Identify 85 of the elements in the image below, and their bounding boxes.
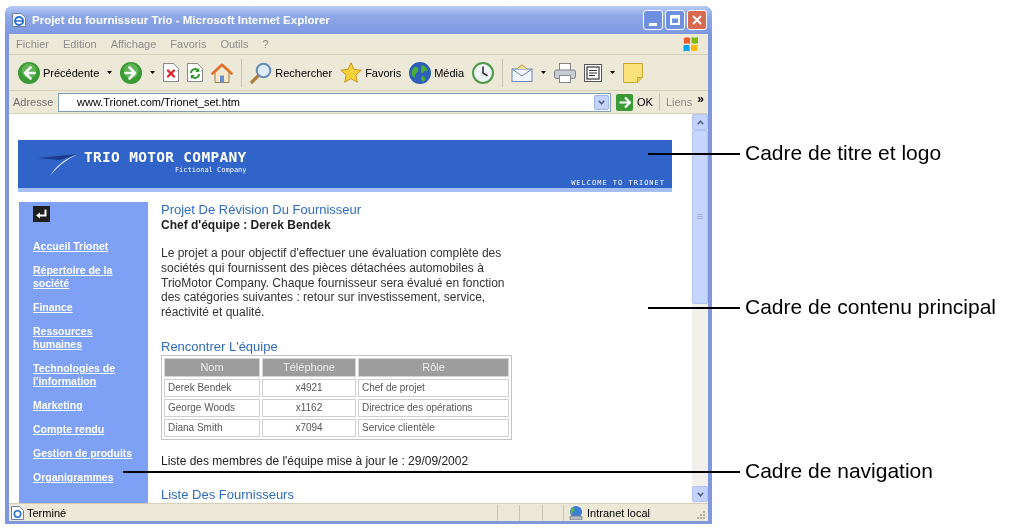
go-button[interactable]: OK [616,92,659,112]
menu-item[interactable]: Affichage [110,37,157,51]
nav-link[interactable]: Marketing [33,399,141,412]
nav-link[interactable]: Gestion de produits [33,447,141,460]
dropdown-button[interactable] [594,94,609,110]
caret-icon [610,71,616,74]
menu-item[interactable]: ? [262,37,269,51]
team-lead: Chef d'équipe : Derek Bendek [161,218,332,232]
callout-label: Cadre de contenu principal [745,295,996,319]
nav-link[interactable]: Technologies de l'information [33,362,141,388]
scrollbar-thumb[interactable] [692,130,708,304]
callout-label: Cadre de titre et logo [745,141,942,165]
home-icon [211,62,234,83]
nav-link[interactable]: Ressources humaines [33,325,141,351]
maximize-icon [670,15,680,25]
go-arrow-icon [616,93,633,111]
chevron-down-icon [696,491,704,497]
globe-icon [409,61,432,84]
menu-item[interactable]: Edition [63,37,97,51]
browser-icon [11,12,27,28]
chevron-up-icon [696,119,704,125]
envelope-icon [511,63,534,82]
scroll-up-button[interactable] [692,114,708,130]
address-field[interactable]: www.Trionet.com/Trionet_set.htm [58,92,611,112]
chevron-down-icon [598,99,605,105]
network-globe-icon [568,505,584,520]
minimize-icon [649,22,657,26]
page-icon [11,505,24,520]
star-icon [340,62,363,83]
window-title: Projet du fournisseur Trio - Microsoft Internet Explorer [32,13,330,27]
section-heading: Rencontrer L'équipe [161,338,279,355]
more-links-button[interactable]: » [697,93,704,105]
table-cell: Directrice des opérations [358,398,509,417]
table-cell: George Woods [164,398,260,417]
scroll-down-button[interactable] [692,486,708,502]
flag-icon [682,36,700,52]
clock-icon [472,61,495,84]
maximize-button[interactable] [665,10,685,30]
nav-link[interactable]: Compte rendu [33,423,141,436]
column-header: Téléphone [262,357,356,377]
column-header: Rôle [358,357,509,377]
company-name: TRIO MOTOR COMPANY [84,150,247,164]
table-cell: Derek Bendek [164,378,260,397]
note-icon [623,62,644,83]
stop-icon [163,63,180,82]
column-header: Nom [164,357,260,377]
printer-icon [554,62,577,83]
table-cell: Diana Smith [164,418,260,437]
status-text: Terminé [27,505,67,520]
table-cell: Chef de projet [358,378,509,397]
minimize-button[interactable] [643,10,663,30]
address-label: Adresse [13,95,55,109]
table-cell: x1162 [262,398,356,417]
callout-label: Cadre de navigation [745,459,933,483]
project-description: Le projet a pour objectif d'effectuer une évaluation complète des sociétés qui fournissent des pièces détachées automobiles à TrioMotor Company. Chaque fournisseur sera évalué en fonction des catégories suivantes : retour sur investissement, service, réactivité et qualité. [161,246,506,320]
table-cell: x7094 [262,418,356,437]
table-cell: x4921 [262,378,356,397]
resize-grip-icon[interactable] [697,511,706,520]
nav-link[interactable]: Organigrammes [33,471,141,484]
caret-icon [107,71,113,74]
update-note: Liste des membres de l'équipe mise à jour le : 29/09/2002 [161,453,470,468]
section-heading: Liste Des Fournisseurs [161,486,295,503]
refresh-icon [187,63,204,82]
menu-item[interactable]: Fichier [16,37,49,51]
media-button[interactable]: Média [405,57,469,88]
caret-icon [541,71,547,74]
close-icon [692,15,702,25]
grip-icon [697,214,703,220]
caret-icon [150,71,156,74]
scrollbar-track[interactable] [692,114,708,503]
menu-item[interactable]: Favoris [170,37,207,51]
menu-item[interactable]: Outils [220,37,249,51]
favorites-button[interactable]: Favoris [336,57,406,88]
table-cell: Service clientèle [358,418,509,437]
page-title: Projet De Révision Du Fournisseur [161,202,363,218]
document-icon [584,63,603,82]
back-button[interactable]: Précédente [14,57,117,88]
nav-link[interactable]: Répertoire de la société [33,264,141,290]
nav-link[interactable]: Finance [33,301,141,314]
close-button[interactable] [687,10,707,30]
search-button[interactable]: Rechercher [246,57,337,88]
links-button[interactable]: Liens [665,95,693,109]
nav-link[interactable]: Accueil Trionet [33,240,141,253]
search-icon [250,61,273,84]
zone-text: Intranet local [587,505,650,520]
